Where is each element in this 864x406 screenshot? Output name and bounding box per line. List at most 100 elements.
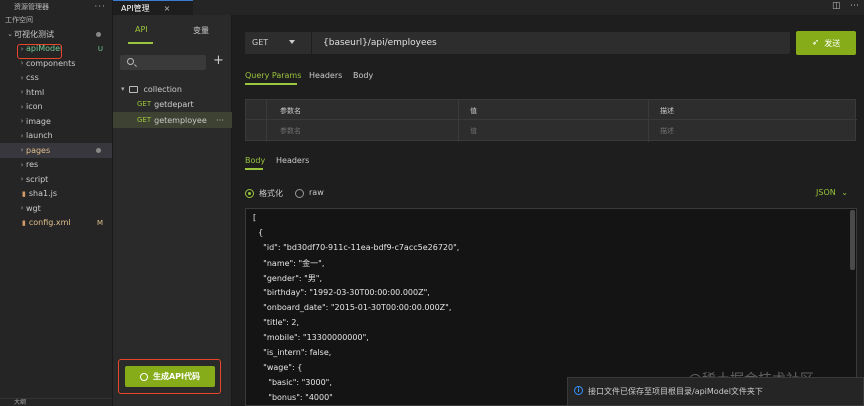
tab-response-body[interactable]: Body [245,156,265,165]
rocket-icon: ➶ [811,38,820,48]
send-label: 发送 [824,38,841,48]
api-item-getemployee[interactable]: GET getemployee ··· [113,112,232,128]
tree-item-script[interactable]: › script [0,172,112,187]
workspace-label: 工作空间 [5,16,33,24]
code-line: "id": "bd30df70-911c-11ea-bdf9-c7acc5e26… [253,243,460,252]
tree-item-label: sha1.js [28,189,58,199]
code-line: "gender": "男", [253,274,323,283]
outline-label: 大纲 [14,399,27,406]
api-item-label: getemployee [154,115,207,125]
tree-item-label: html [26,87,45,97]
api-search-input[interactable] [138,55,204,70]
tree-item-label: launch [26,131,53,141]
query-params-table: 参数名 值 描述 参数名 值 描述 [245,99,857,142]
radio-formatted-label: 格式化 [259,189,283,198]
tab-label: API管理 [121,3,150,13]
chevron-down-icon[interactable] [289,40,295,44]
table-divider [458,100,459,142]
api-item-getdepart[interactable]: GET getdepart [113,96,232,112]
tab-api[interactable]: API [135,25,148,34]
request-editor: GET ➶ 发送 Query Params Headers Body 参数名 值… [232,15,864,406]
tab-variables[interactable]: 变量 [193,25,209,36]
chevron-right-icon: › [20,102,24,111]
workspace-section[interactable]: 工作空间 [0,13,112,27]
collection-folder[interactable]: ▾ collection [113,81,232,97]
tree-item-wgt[interactable]: › wgt [0,201,112,216]
folder-icon [128,85,138,93]
response-type-label: JSON [816,188,836,197]
method-label: GET [137,100,152,108]
active-tab-indicator [245,168,263,170]
add-api-button[interactable]: + [213,53,224,68]
chevron-right-icon: › [20,146,24,155]
table-divider [648,100,649,142]
param-name-input[interactable]: 参数名 [280,126,301,136]
tab-api-manager[interactable]: API管理 × [113,0,193,15]
api-panel: API 变量 + ▾ collection GET getdepart GET … [113,15,232,406]
tree-item-image[interactable]: › image [0,114,112,129]
tab-request-body[interactable]: Body [353,71,373,80]
notification-toast: i 接口文件已保存至项目根目录/apiModel文件夹下 [567,377,864,406]
code-line: { [253,228,264,237]
xml-file-icon: ▮ [22,218,26,227]
explorer-more-icon[interactable]: ··· [94,2,106,12]
send-button[interactable]: ➶ 发送 [796,31,856,55]
tree-item-label: css [26,73,39,83]
generate-api-code-button[interactable]: 生成API代码 [125,366,215,387]
tree-item-label: script [26,174,49,184]
code-line: "basic": "3000", [253,378,332,387]
code-icon [139,372,148,381]
tree-item-label: config.xml [28,218,71,228]
table-divider [266,100,267,142]
outline-section[interactable]: 大纲 [0,398,112,406]
scrollbar[interactable] [850,210,855,270]
param-value-input[interactable]: 值 [470,126,477,136]
url-bar: GET [245,32,790,54]
generate-label: 生成API代码 [152,372,201,381]
code-line: [ [253,213,257,222]
tree-item-label: pages [26,145,51,155]
method-label: GET [137,116,152,124]
chevron-right-icon: › [20,117,24,126]
split-editor-icon[interactable]: ◫ [832,1,841,11]
editor-tabbar: API管理 × ◫ ⋯ [113,0,864,15]
explorer-sidebar: 资源管理器 ··· 工作空间 ⌄ 可视化测试 › apiModel U › co… [0,0,113,406]
js-file-icon: ▮ [22,189,26,198]
collection-label: collection [143,84,182,94]
tab-query-params[interactable]: Query Params [245,71,301,80]
tree-item-pages[interactable]: › pages [0,143,112,158]
param-description-input[interactable]: 描述 [660,126,674,136]
url-input[interactable] [323,32,773,54]
tab-response-headers[interactable]: Headers [276,156,309,165]
radio-raw[interactable] [295,189,304,198]
active-tab-indicator [245,83,297,85]
code-line: "onboard_date": "2015-01-30T00:00:00.000… [253,303,452,312]
tree-item-sha1[interactable]: ▮ sha1.js [0,187,112,202]
project-folder[interactable]: ⌄ 可视化测试 [0,27,112,42]
api-panel-tabs: API 变量 [113,15,231,45]
radio-formatted[interactable] [245,189,254,198]
tree-item-icon[interactable]: › icon [0,100,112,115]
untracked-badge: U [97,44,103,53]
api-search-box [120,55,206,70]
close-icon[interactable]: × [164,4,171,13]
chevron-down-icon: ⌄ [841,188,848,197]
tree-item-res[interactable]: › res [0,158,112,173]
tree-item-html[interactable]: › html [0,85,112,100]
tree-item-config[interactable]: ▮ config.xml M [0,216,112,231]
code-line: "name": "金一", [253,259,325,268]
highlight-box-apimodel [17,44,62,59]
tree-item-css[interactable]: › css [0,71,112,86]
tree-item-label: image [26,116,51,126]
response-type-select[interactable]: JSON ⌄ [816,188,848,197]
column-header-description: 描述 [660,107,674,115]
method-select[interactable]: GET [252,38,268,47]
chevron-right-icon: › [20,73,24,82]
modified-badge: M [96,218,103,227]
more-actions-icon[interactable]: ⋯ [850,1,859,11]
modified-dot-icon [96,148,101,153]
tab-request-headers[interactable]: Headers [309,71,342,80]
item-more-icon[interactable]: ··· [216,116,224,125]
url-divider [311,32,312,54]
tree-item-launch[interactable]: › launch [0,129,112,144]
